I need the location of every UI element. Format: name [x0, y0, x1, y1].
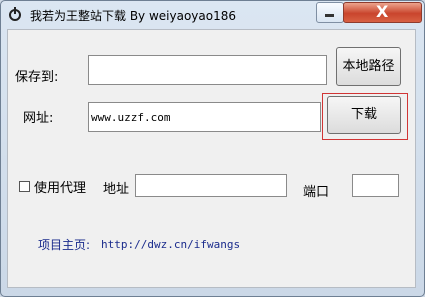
minimize-button[interactable] [316, 2, 344, 23]
homepage-link[interactable]: http://dwz.cn/ifwangs [101, 238, 240, 251]
proxy-address-label: 地址 [103, 182, 130, 197]
power-icon [9, 7, 21, 21]
download-button[interactable]: 下载 [327, 96, 401, 134]
proxy-port-label: 端口 [303, 185, 330, 200]
window-title: 我若为王整站下载 By weiyaoyao186 [30, 9, 236, 23]
close-icon: X [376, 2, 389, 21]
title-bar[interactable]: 我若为王整站下载 By weiyaoyao186 X [1, 1, 424, 29]
proxy-port-input[interactable] [352, 174, 399, 197]
proxy-address-input[interactable] [135, 174, 287, 197]
save-to-label: 保存到: [15, 70, 59, 85]
url-input[interactable]: www.uzzf.com [88, 102, 321, 132]
local-path-button[interactable]: 本地路径 [336, 47, 401, 86]
proxy-checkbox-label: 使用代理 [34, 181, 87, 196]
proxy-checkbox[interactable] [19, 181, 30, 192]
close-button[interactable]: X [343, 2, 422, 23]
homepage-label: 项目主页: [38, 238, 91, 252]
url-label: 网址: [23, 111, 54, 126]
save-path-input[interactable] [88, 55, 327, 85]
